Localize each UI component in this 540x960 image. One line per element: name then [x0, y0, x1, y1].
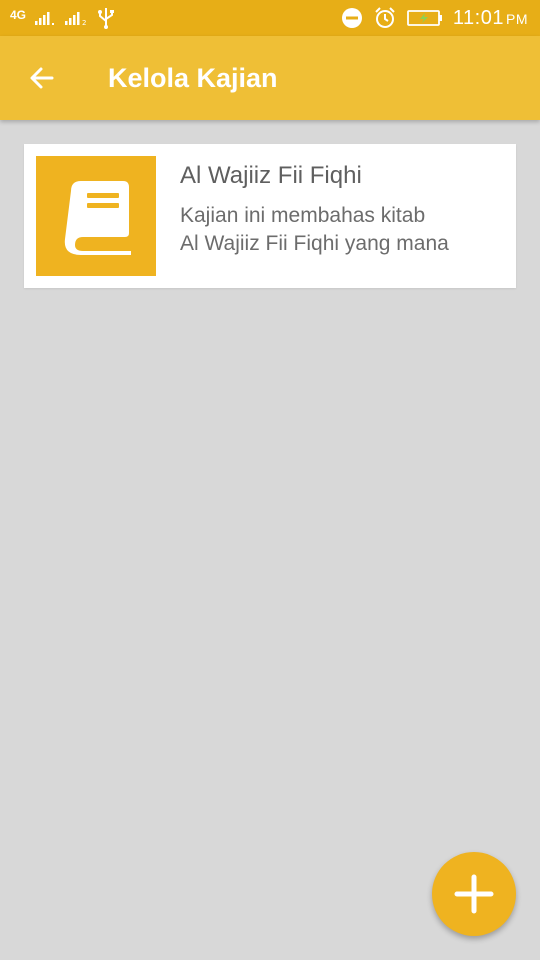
arrow-left-icon [30, 67, 54, 89]
signal-bars-icon [35, 12, 55, 25]
kajian-list-item[interactable]: Al Wajiiz Fii Fiqhi Kajian ini membahas … [24, 144, 516, 288]
do-not-disturb-icon [341, 8, 362, 28]
svg-text:2: 2 [82, 19, 86, 26]
add-kajian-button[interactable] [432, 852, 516, 936]
book-icon [64, 181, 131, 255]
kajian-thumbnail [36, 156, 156, 276]
status-bar: 4G 2 11:01 PM [0, 0, 540, 36]
alarm-clock-icon [375, 7, 395, 28]
status-bar-right: 11:01 PM [341, 5, 528, 31]
page-title: Kelola Kajian [108, 63, 278, 93]
plus-icon [454, 874, 494, 914]
battery-charging-icon [407, 10, 442, 26]
status-bar-left: 4G 2 [10, 6, 116, 30]
kajian-description: Kajian ini membahas kitab Al Wajiiz Fii … [180, 202, 500, 258]
app-bar: Kelola Kajian [0, 36, 540, 120]
back-button[interactable] [22, 58, 62, 98]
usb-icon [98, 8, 115, 29]
kajian-description-line: Al Wajiiz Fii Fiqhi yang mana [180, 232, 449, 255]
kajian-title: Al Wajiiz Fii Fiqhi [180, 162, 362, 189]
kajian-description-line: Kajian ini membahas kitab [180, 204, 426, 227]
signal-bars-2-icon: 2 [65, 12, 86, 26]
clock-time: 11:01 PM [452, 6, 528, 29]
network-type-label: 4G [10, 8, 27, 22]
